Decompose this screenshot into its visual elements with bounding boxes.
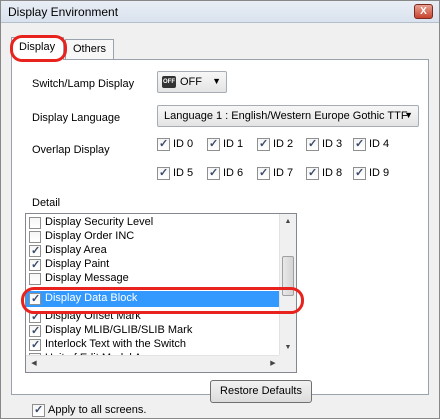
scroll-left-icon[interactable]: ◀ <box>26 356 42 372</box>
switch-lamp-value: OFF <box>180 76 202 88</box>
overlap-id6-label: ID 6 <box>223 167 244 179</box>
chevron-down-icon: ▼ <box>212 76 221 86</box>
overlap-display-label: Overlap Display <box>32 144 110 156</box>
overlap-id5-label: ID 5 <box>173 167 194 179</box>
overlap-id4-checkbox[interactable] <box>353 137 366 151</box>
overlap-id0-checkbox[interactable] <box>157 137 170 151</box>
list-item-label: Display Order INC <box>45 230 135 242</box>
overlap-id9-checkbox[interactable] <box>353 166 366 180</box>
overlap-id6-checkbox[interactable] <box>207 166 220 180</box>
list-item-checkbox[interactable] <box>29 231 41 243</box>
list-item-checkbox[interactable] <box>29 310 41 323</box>
list-item-label: Display Area <box>45 244 107 256</box>
list-item-label: Interlock Text with the Switch <box>45 338 187 350</box>
list-item-display-message[interactable]: Display Message <box>26 272 281 286</box>
list-item-checkbox[interactable] <box>29 292 41 305</box>
window-title: Display Environment <box>8 5 119 19</box>
list-item-display-area[interactable]: Display Area <box>26 244 281 258</box>
list-item-label: Display Offset Mark <box>45 310 141 322</box>
overlap-id7-checkbox[interactable] <box>257 166 270 180</box>
overlap-id3-label: ID 3 <box>322 138 343 150</box>
overlap-id8-checkbox[interactable] <box>306 166 319 180</box>
overlap-id0-label: ID 0 <box>173 138 194 150</box>
overlap-id2-label: ID 2 <box>273 138 294 150</box>
apply-all-label: Apply to all screens. <box>48 404 147 416</box>
scroll-down-icon[interactable]: ▼ <box>280 340 296 356</box>
overlap-id1-label: ID 1 <box>223 138 244 150</box>
scroll-thumb[interactable] <box>282 256 294 296</box>
list-item-checkbox[interactable] <box>29 338 41 351</box>
list-item-interlock-text[interactable]: Interlock Text with the Switch <box>26 338 281 352</box>
scroll-up-icon[interactable]: ▲ <box>280 214 296 230</box>
overlap-id8-label: ID 8 <box>322 167 343 179</box>
list-item-label: Display Paint <box>45 258 110 270</box>
overlap-id9-label: ID 9 <box>369 167 390 179</box>
list-item-label: Display Message <box>45 272 129 284</box>
list-item-display-order-inc[interactable]: Display Order INC <box>26 230 281 244</box>
overlap-id4-label: ID 4 <box>369 138 390 150</box>
off-lamp-icon: OFF <box>162 76 176 88</box>
list-item-checkbox[interactable] <box>29 217 41 229</box>
list-item-display-data-block[interactable]: Display Data Block <box>26 291 281 307</box>
list-item-label: Display MLIB/GLIB/SLIB Mark <box>45 324 193 336</box>
overlap-id2-checkbox[interactable] <box>257 137 270 151</box>
restore-defaults-button[interactable]: Restore Defaults <box>210 380 312 403</box>
apply-all-checkbox[interactable] <box>32 403 45 417</box>
close-button[interactable]: X <box>414 4 433 19</box>
display-environment-dialog: Display Environment X Display Others Swi… <box>0 0 440 419</box>
overlap-id5-checkbox[interactable] <box>157 166 170 180</box>
detail-listbox[interactable]: Display Security Level Display Order INC… <box>25 213 297 373</box>
tab-display[interactable]: Display <box>11 37 64 60</box>
vertical-scrollbar[interactable]: ▲ ▼ <box>279 214 296 356</box>
switch-lamp-label: Switch/Lamp Display <box>32 78 135 90</box>
switch-lamp-select[interactable]: OFF OFF ▼ <box>157 71 227 93</box>
overlap-id1-checkbox[interactable] <box>207 137 220 151</box>
list-item-display-offset-mark[interactable]: Display Offset Mark <box>26 310 281 324</box>
title-bar: Display Environment X <box>1 1 439 23</box>
detail-label: Detail <box>32 197 61 209</box>
list-item-checkbox[interactable] <box>29 258 41 271</box>
display-language-select[interactable]: Language 1 : English/Western Europe Goth… <box>157 105 419 127</box>
tab-others[interactable]: Others <box>65 39 114 59</box>
overlap-id7-label: ID 7 <box>273 167 294 179</box>
list-item-label: Display Data Block <box>45 292 138 304</box>
display-language-value: Language 1 : English/Western Europe Goth… <box>164 110 408 122</box>
overlap-id3-checkbox[interactable] <box>306 137 319 151</box>
list-item-checkbox[interactable] <box>29 244 41 257</box>
scroll-corner <box>279 355 296 372</box>
display-language-label: Display Language <box>32 112 121 124</box>
list-item-display-paint[interactable]: Display Paint <box>26 258 281 272</box>
chevron-down-icon: ▼ <box>404 110 413 120</box>
list-item-display-mlib-glib-slib-mark[interactable]: Display MLIB/GLIB/SLIB Mark <box>26 324 281 338</box>
list-item-checkbox[interactable] <box>29 324 41 337</box>
list-item-display-security-level[interactable]: Display Security Level <box>26 216 281 230</box>
list-item-checkbox[interactable] <box>29 273 41 285</box>
horizontal-scrollbar[interactable]: ◀ ▶ <box>26 355 281 372</box>
list-item-label: Display Security Level <box>45 216 154 228</box>
